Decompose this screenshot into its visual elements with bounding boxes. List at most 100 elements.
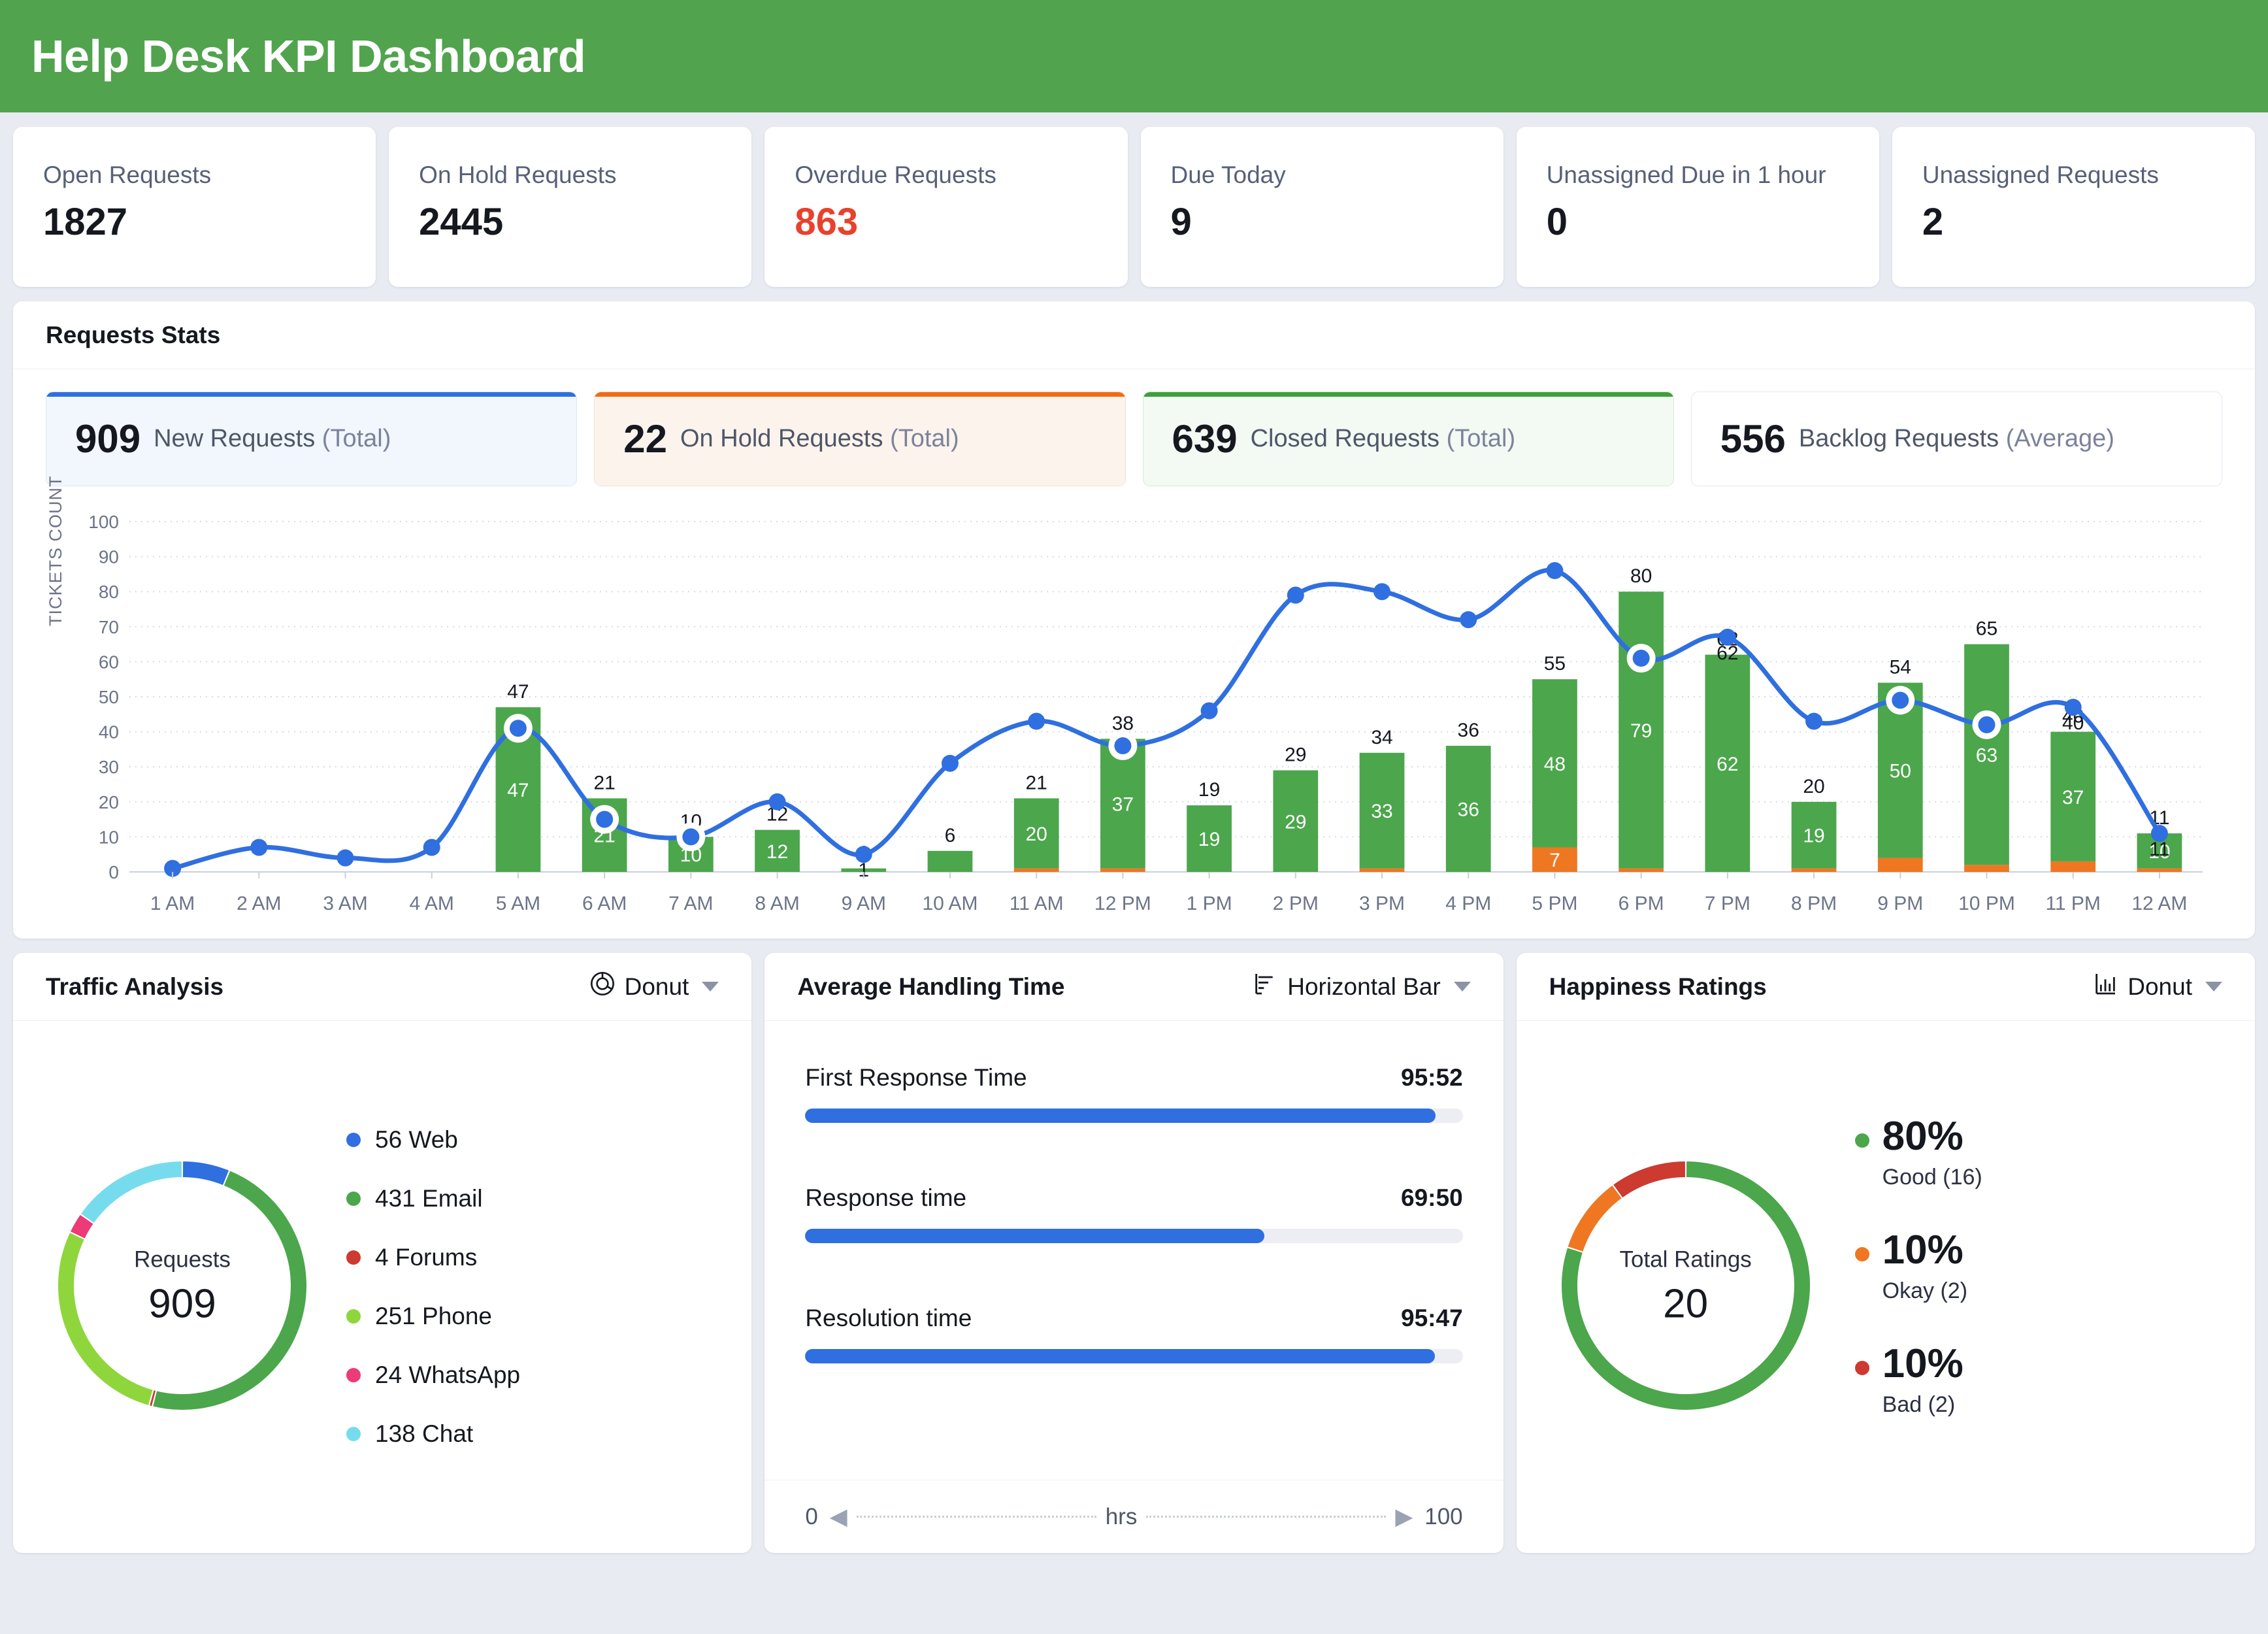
svg-text:21: 21: [593, 772, 615, 793]
list-item[interactable]: 80% Good (16): [1854, 1116, 2238, 1230]
svg-text:12: 12: [766, 841, 788, 863]
kpi-card-open-requests[interactable]: Open Requests 1827: [13, 127, 376, 287]
legend-label: 251 Phone: [375, 1303, 493, 1329]
list-item[interactable]: 251 Phone: [346, 1287, 734, 1346]
donut-center-label: Total Ratings: [1619, 1246, 1752, 1273]
kpi-label: Open Requests: [43, 161, 212, 188]
kpi-value: 863: [795, 201, 859, 244]
list-item[interactable]: 10% Bad (2): [1854, 1344, 2238, 1458]
kpi-card-overdue-requests[interactable]: Overdue Requests 863: [764, 127, 1128, 287]
legend-color-swatch: [346, 1133, 361, 1147]
svg-text:4 AM: 4 AM: [410, 893, 454, 914]
list-item[interactable]: 10% Okay (2): [1854, 1227, 2238, 1344]
happiness-donut-center: Total Ratings 20: [1545, 1247, 1826, 1327]
svg-text:11 PM: 11 PM: [2045, 893, 2100, 914]
kpi-label: On Hold Requests: [419, 161, 617, 188]
traffic-legend: 56 Web 431 Email 4 Forums 251 Phone 24 W…: [323, 1110, 734, 1463]
traffic-select-label: Donut: [624, 973, 689, 1000]
stat-pill-on-hold-requests[interactable]: 22 On Hold Requests (Total): [594, 392, 1126, 486]
svg-text:80: 80: [99, 582, 119, 602]
legend-color-swatch: [1854, 1361, 1869, 1375]
svg-text:8 PM: 8 PM: [1791, 893, 1837, 914]
legend-color-swatch: [346, 1368, 361, 1382]
svg-text:10: 10: [99, 827, 119, 847]
stat-pill-closed-requests[interactable]: 639 Closed Requests (Total): [1142, 392, 1674, 486]
handling-row-first-response-time: First Response Time 95:52: [805, 1064, 1463, 1123]
svg-text:47: 47: [507, 780, 529, 801]
list-item[interactable]: 56 Web: [346, 1110, 734, 1169]
stat-pill-new-requests[interactable]: 909 New Requests (Total): [46, 392, 578, 486]
svg-text:1 PM: 1 PM: [1187, 893, 1232, 914]
happiness-percent: 10%: [1882, 1227, 1964, 1273]
svg-text:37: 37: [2062, 787, 2084, 809]
svg-text:3 AM: 3 AM: [323, 893, 367, 914]
legend-color-swatch: [346, 1309, 361, 1324]
kpi-card-unassigned-due-in-1-hour[interactable]: Unassigned Due in 1 hour 0: [1516, 127, 1879, 287]
svg-text:12 AM: 12 AM: [2131, 893, 2187, 914]
traffic-chart-type-select[interactable]: Donut: [589, 971, 719, 1003]
svg-text:20: 20: [1803, 776, 1824, 797]
list-item[interactable]: 4 Forums: [346, 1228, 734, 1287]
axis-dotted-line: [1146, 1516, 1387, 1518]
list-item[interactable]: 138 Chat: [346, 1405, 734, 1463]
happiness-donut-chart: Total Ratings 20: [1545, 1145, 1826, 1429]
legend-color-swatch: [346, 1250, 361, 1265]
kpi-label: Unassigned Requests: [1922, 161, 2159, 188]
svg-text:4 PM: 4 PM: [1445, 893, 1491, 914]
svg-text:50: 50: [1890, 761, 1911, 782]
stat-pill-label: New Requests (Total): [154, 425, 391, 452]
traffic-donut-chart: Requests 909: [42, 1145, 323, 1429]
handling-row-response-time: Response time 69:50: [805, 1184, 1463, 1243]
traffic-analysis-body: Requests 909 56 Web 431 Email 4 Forums 2…: [13, 1021, 751, 1553]
app-header: Help Desk KPI Dashboard: [0, 0, 2268, 112]
handling-axis: 0 ◀ hrs ▶ 100: [764, 1480, 1504, 1553]
list-item[interactable]: 24 WhatsApp: [346, 1346, 734, 1405]
kpi-value: 0: [1546, 201, 1568, 244]
axis-min-label: 0: [805, 1503, 818, 1529]
svg-text:6 AM: 6 AM: [582, 893, 627, 914]
svg-text:37: 37: [1112, 793, 1134, 815]
requests-stats-title: Requests Stats: [46, 321, 221, 348]
arrow-right-icon: ▶: [1395, 1503, 1413, 1529]
happiness-chart-type-select[interactable]: Donut: [2092, 971, 2222, 1003]
handling-row-resolution-time: Resolution time 95:47: [805, 1305, 1463, 1363]
svg-text:79: 79: [1630, 720, 1652, 742]
handling-bar-fill: [805, 1229, 1265, 1243]
kpi-card-on-hold-requests[interactable]: On Hold Requests 2445: [389, 127, 752, 287]
handling-bar-fill: [805, 1349, 1436, 1363]
handling-row-label: Resolution time: [805, 1305, 972, 1331]
kpi-value: 1827: [43, 201, 128, 244]
horizontal-bar-icon: [1252, 971, 1278, 1003]
kpi-card-unassigned-requests[interactable]: Unassigned Requests 2: [1892, 127, 2256, 287]
traffic-analysis-header: Traffic Analysis Donut: [13, 953, 752, 1021]
kpi-label: Overdue Requests: [795, 161, 996, 188]
svg-text:12 PM: 12 PM: [1094, 893, 1151, 914]
list-item[interactable]: 431 Email: [346, 1169, 734, 1228]
legend-label: 56 Web: [375, 1126, 458, 1153]
svg-text:8 AM: 8 AM: [755, 893, 799, 914]
chevron-down-icon: [702, 982, 719, 992]
svg-text:33: 33: [1371, 801, 1392, 822]
svg-text:29: 29: [1285, 744, 1306, 766]
legend-color-swatch: [1854, 1247, 1869, 1261]
svg-text:3 PM: 3 PM: [1359, 893, 1405, 914]
requests-timeline-chart: 0102030405060708090100474721211010121216…: [88, 512, 2203, 914]
kpi-label: Unassigned Due in 1 hour: [1546, 161, 1826, 188]
svg-text:7: 7: [1549, 850, 1560, 871]
happiness-label: Bad (2): [1882, 1392, 1956, 1417]
svg-text:1 AM: 1 AM: [150, 893, 195, 914]
kpi-value: 2: [1922, 201, 1944, 244]
page-title: Help Desk KPI Dashboard: [31, 31, 586, 82]
chevron-down-icon: [2205, 982, 2222, 992]
average-handling-time-panel: Average Handling Time Horizontal Bar Fir…: [764, 953, 1504, 1553]
average-handling-time-body: First Response Time 95:52 Response time …: [764, 1021, 1503, 1480]
svg-text:62: 62: [1717, 642, 1738, 664]
svg-text:7 AM: 7 AM: [668, 893, 713, 914]
traffic-donut-center: Requests 909: [42, 1247, 323, 1327]
stat-pill-backlog-requests[interactable]: 556 Backlog Requests (Average): [1690, 392, 2222, 486]
svg-text:47: 47: [507, 681, 529, 703]
handling-chart-type-select[interactable]: Horizontal Bar: [1252, 971, 1471, 1003]
axis-max-label: 100: [1424, 1503, 1463, 1529]
kpi-card-due-today[interactable]: Due Today 9: [1140, 127, 1504, 287]
happiness-ratings-panel: Happiness Ratings Donut Total Ratings 20…: [1516, 953, 2255, 1553]
